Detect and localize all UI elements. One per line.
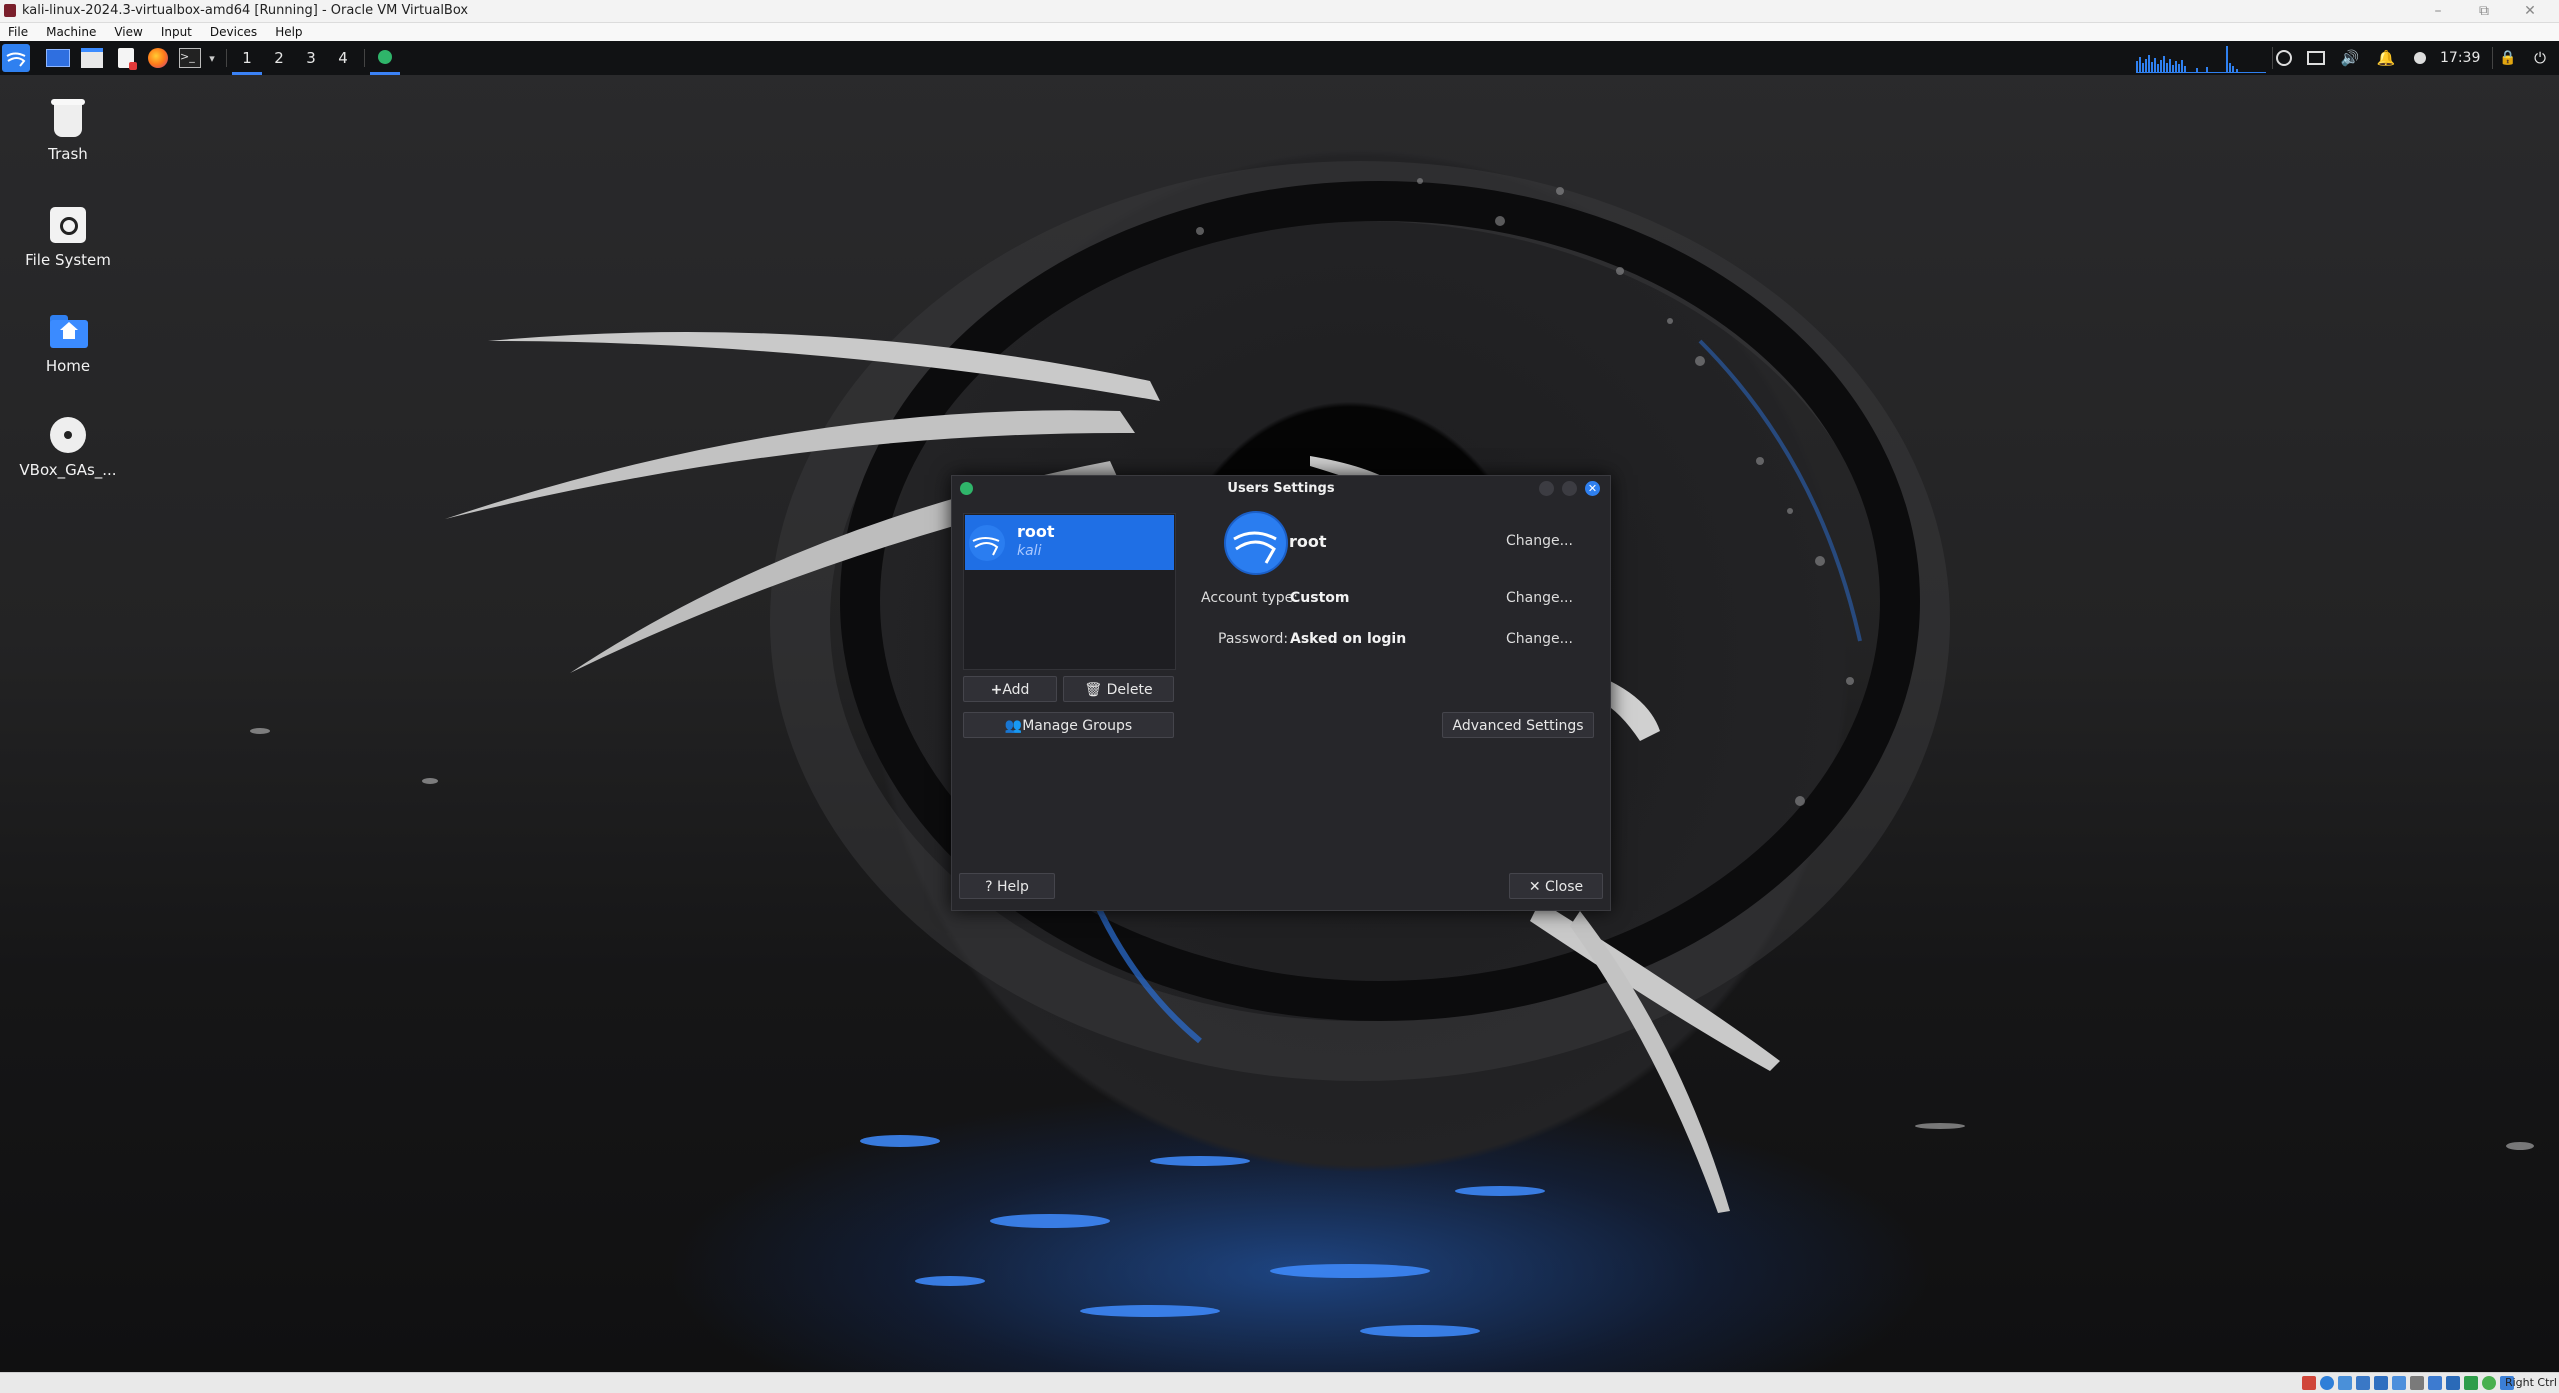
change-password-button[interactable]: Change...: [1506, 631, 1573, 647]
display-icon[interactable]: [2306, 46, 2326, 70]
kali-dragon-avatar-icon[interactable]: [1224, 511, 1288, 575]
close-icon: ✕: [1528, 879, 1541, 895]
power-manager-icon[interactable]: [2410, 46, 2430, 70]
menu-input[interactable]: Input: [152, 23, 201, 41]
help-icon: ?: [985, 879, 993, 895]
dialog-titlebar[interactable]: Users Settings ✕: [952, 476, 1610, 502]
minimize-icon[interactable]: –: [2415, 0, 2461, 22]
minimize-icon[interactable]: [1539, 481, 1554, 496]
top-panel: >_ ▾ 1 2 3 4 🔊 🔔 17:39 🔒 ⏻: [0, 41, 2559, 75]
detail-username: root: [1289, 532, 1327, 551]
kali-menu-icon[interactable]: [2, 44, 30, 72]
hard-disk-icon[interactable]: [2302, 1376, 2316, 1390]
users-settings-dialog: Users Settings ✕ root kali +Add 🗑 Delete…: [951, 475, 1611, 911]
close-button[interactable]: ✕ Close: [1509, 873, 1603, 899]
maximize-icon[interactable]: [1562, 481, 1577, 496]
dialog-title: Users Settings: [1227, 481, 1335, 496]
shared-folders-icon[interactable]: [2392, 1376, 2406, 1390]
delete-user-button[interactable]: 🗑 Delete: [1063, 676, 1174, 702]
plus-icon: +: [990, 682, 1003, 698]
trash-icon: [48, 99, 88, 139]
usb-icon[interactable]: [2374, 1376, 2388, 1390]
restore-icon[interactable]: ⧉: [2461, 0, 2507, 22]
user-subtitle: kali: [1017, 543, 1042, 559]
panel-separator: [364, 49, 365, 67]
manage-groups-button[interactable]: 👥Manage Groups: [963, 712, 1174, 738]
host-window-title: kali-linux-2024.3-virtualbox-amd64 [Runn…: [22, 3, 469, 18]
desktop-icon-label: VBox_GAs_...: [19, 461, 117, 479]
firefox-icon[interactable]: [146, 46, 170, 70]
desktop: Trash File System Home VBox_GAs_... User…: [0, 41, 2559, 1372]
advanced-settings-button[interactable]: Advanced Settings: [1442, 712, 1594, 738]
cpu-icon[interactable]: [2446, 1376, 2460, 1390]
panel-separator: [2272, 47, 2273, 69]
change-account-type-button[interactable]: Change...: [1506, 590, 1573, 606]
chevron-down-icon[interactable]: ▾: [204, 46, 220, 70]
show-desktop-icon[interactable]: [46, 46, 70, 70]
menu-help[interactable]: Help: [266, 23, 311, 41]
network-monitor-graph[interactable]: [2136, 45, 2266, 73]
display-icon[interactable]: [2410, 1376, 2424, 1390]
taskbar-users-settings[interactable]: [370, 41, 400, 75]
desktop-icon-label: File System: [25, 251, 111, 269]
host-window-titlebar: kali-linux-2024.3-virtualbox-amd64 [Runn…: [0, 0, 2559, 23]
user-name: root: [1017, 522, 1055, 541]
clock[interactable]: 17:39: [2440, 41, 2480, 75]
workspace-1[interactable]: 1: [232, 41, 262, 75]
desktop-icon-label: Home: [45, 357, 91, 375]
notification-bell-icon[interactable]: 🔔: [2376, 46, 2396, 70]
password-label: Password:: [1218, 631, 1289, 647]
add-user-button[interactable]: +Add: [963, 676, 1057, 702]
virtualbox-icon: [4, 4, 16, 17]
desktop-icon-trash[interactable]: Trash: [18, 99, 118, 163]
workspace-4[interactable]: 4: [328, 41, 358, 75]
audio-icon[interactable]: [2338, 1376, 2352, 1390]
password-value: Asked on login: [1290, 631, 1407, 647]
recording-icon[interactable]: [2428, 1376, 2442, 1390]
record-icon[interactable]: [2274, 46, 2294, 70]
desktop-icon-file-system[interactable]: File System: [18, 205, 118, 269]
kali-dragon-avatar-icon: [969, 525, 1005, 561]
desktop-icon-label: Trash: [48, 145, 88, 163]
home-folder-icon: [48, 311, 88, 351]
change-username-button[interactable]: Change...: [1506, 533, 1573, 549]
account-type-label: Account type:: [1201, 590, 1298, 606]
users-app-icon: [378, 49, 392, 64]
text-editor-icon[interactable]: [114, 46, 138, 70]
lock-icon[interactable]: 🔒: [2498, 46, 2518, 70]
desktop-icon-home[interactable]: Home: [18, 311, 118, 375]
mouse-integration-icon[interactable]: [2464, 1376, 2478, 1390]
account-type-value: Custom: [1290, 590, 1350, 606]
menu-devices[interactable]: Devices: [201, 23, 266, 41]
user-list[interactable]: root kali: [963, 513, 1176, 670]
menu-machine[interactable]: Machine: [37, 23, 105, 41]
logout-icon[interactable]: ⏻: [2530, 46, 2550, 70]
close-icon[interactable]: ✕: [1585, 481, 1600, 496]
desktop-icon-vbox-gas[interactable]: VBox_GAs_...: [18, 415, 118, 479]
drive-icon: [48, 205, 88, 245]
cd-icon: [48, 415, 88, 455]
host-statusbar: Right Ctrl: [0, 1372, 2559, 1393]
user-list-item[interactable]: root kali: [965, 515, 1174, 570]
optical-drive-icon[interactable]: [2320, 1376, 2334, 1390]
trash-icon: 🗑: [1084, 682, 1103, 698]
panel-separator: [226, 49, 227, 67]
group-icon: 👥: [1004, 718, 1023, 734]
host-key-label: Right Ctrl: [2504, 1376, 2557, 1389]
volume-icon[interactable]: 🔊: [2340, 46, 2360, 70]
panel-separator: [2492, 47, 2493, 69]
guest-additions-icon[interactable]: [2482, 1376, 2496, 1390]
workspace-2[interactable]: 2: [264, 41, 294, 75]
help-button[interactable]: ? Help: [959, 873, 1055, 899]
menu-file[interactable]: File: [0, 23, 37, 41]
host-menubar: File Machine View Input Devices Help: [0, 23, 2559, 41]
file-manager-icon[interactable]: [80, 46, 104, 70]
terminal-icon[interactable]: >_: [178, 46, 202, 70]
close-window-icon[interactable]: ✕: [2507, 0, 2553, 22]
workspace-3[interactable]: 3: [296, 41, 326, 75]
network-icon[interactable]: [2356, 1376, 2370, 1390]
menu-view[interactable]: View: [105, 23, 151, 41]
